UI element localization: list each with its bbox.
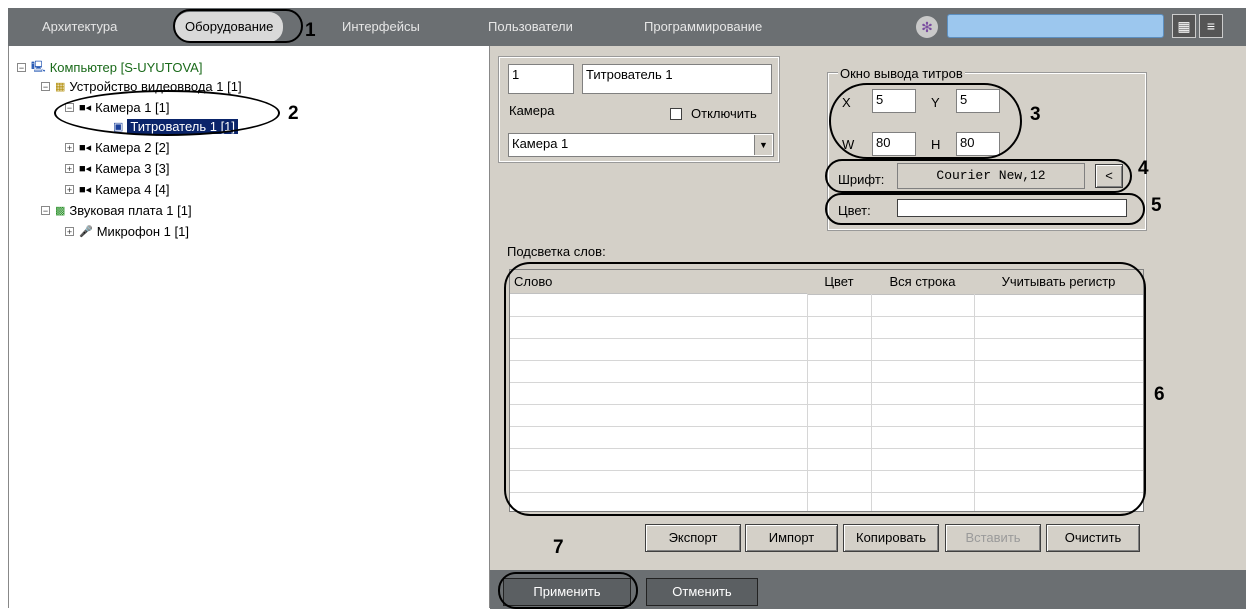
expand-icon[interactable]: +: [65, 227, 74, 237]
callout-number-4: 4: [1138, 158, 1149, 179]
tab-architecture[interactable]: Архитектура: [42, 8, 117, 46]
camera-icon: ■◂: [79, 142, 92, 154]
callout-oval-1: [173, 9, 303, 43]
tree-node-label: Компьютер [S-UYUTOVA]: [49, 60, 203, 75]
highlight-words-label: Подсветка слов:: [507, 244, 606, 259]
tree-node-label: Звуковая плата 1 [1]: [69, 203, 192, 218]
tree-node-camera-3[interactable]: + ■◂ Камера 3 [3]: [65, 161, 170, 176]
computer-icon: 🖳: [31, 61, 46, 73]
expand-icon[interactable]: +: [65, 143, 74, 153]
tree-node-sound-card[interactable]: − ▩ Звуковая плата 1 [1]: [41, 203, 192, 218]
tab-users[interactable]: Пользователи: [488, 8, 573, 46]
expand-icon[interactable]: +: [65, 164, 74, 174]
collapse-icon[interactable]: −: [41, 82, 50, 92]
callout-oval-3: [829, 83, 1022, 159]
tree-node-camera-4[interactable]: + ■◂ Камера 4 [4]: [65, 182, 170, 197]
expand-icon[interactable]: +: [65, 185, 74, 195]
paste-button[interactable]: Вставить: [945, 524, 1041, 552]
clear-button[interactable]: Очистить: [1046, 524, 1140, 552]
tab-programming[interactable]: Программирование: [644, 8, 762, 46]
tab-interfaces[interactable]: Интерфейсы: [342, 8, 420, 46]
tree-node-microphone[interactable]: + 🎤 Микрофон 1 [1]: [65, 224, 189, 239]
callout-number-1: 1: [305, 20, 316, 41]
disable-checkbox[interactable]: [670, 108, 682, 120]
output-window-title: Окно вывода титров: [838, 66, 965, 81]
export-button[interactable]: Экспорт: [645, 524, 741, 552]
callout-number-5: 5: [1151, 195, 1162, 216]
callout-oval-4: [825, 159, 1132, 193]
video-board-icon: ▦: [55, 81, 66, 93]
copy-button[interactable]: Копировать: [843, 524, 939, 552]
callout-number-7: 7: [553, 537, 564, 558]
tree-node-camera-2[interactable]: + ■◂ Камера 2 [2]: [65, 140, 170, 155]
gear-icon[interactable]: ✻: [916, 16, 938, 38]
tree-node-label: Камера 4 [4]: [95, 182, 170, 197]
collapse-icon[interactable]: −: [17, 63, 26, 73]
tree-node-label: Камера 2 [2]: [95, 140, 170, 155]
camera-label: Камера: [509, 103, 555, 118]
callout-number-3: 3: [1030, 104, 1041, 125]
cancel-button[interactable]: Отменить: [646, 578, 758, 606]
callout-number-2: 2: [288, 103, 299, 124]
object-id-field[interactable]: 1: [508, 64, 574, 94]
camera-icon: ■◂: [79, 184, 92, 196]
grid-view-icon[interactable]: ▦: [1172, 14, 1196, 38]
disable-label: Отключить: [691, 106, 757, 121]
import-button[interactable]: Импорт: [745, 524, 838, 552]
search-input[interactable]: [947, 14, 1164, 38]
callout-number-6: 6: [1154, 384, 1165, 405]
object-name-field[interactable]: Титрователь 1: [582, 64, 772, 94]
chevron-down-icon[interactable]: ▼: [754, 135, 772, 155]
hardware-tree: − 🖳 Компьютер [S-UYUTOVA] − ▦ Устройство…: [8, 46, 490, 608]
camera-select[interactable]: Камера 1 ▼: [508, 133, 774, 157]
callout-oval-6: [504, 262, 1146, 516]
camera-icon: ■◂: [79, 163, 92, 175]
tree-node-label: Микрофон 1 [1]: [96, 224, 189, 239]
microphone-icon: 🎤: [79, 226, 93, 238]
tree-node-computer[interactable]: − 🖳 Компьютер [S-UYUTOVA]: [17, 58, 202, 77]
list-view-icon[interactable]: ≡: [1199, 14, 1223, 38]
callout-oval-2: [54, 90, 280, 136]
callout-oval-7: [498, 572, 638, 609]
collapse-icon[interactable]: −: [41, 206, 50, 216]
callout-oval-5: [825, 193, 1145, 225]
camera-select-value: Камера 1: [512, 136, 569, 151]
sound-card-icon: ▩: [55, 205, 66, 217]
tree-node-label: Камера 3 [3]: [95, 161, 170, 176]
